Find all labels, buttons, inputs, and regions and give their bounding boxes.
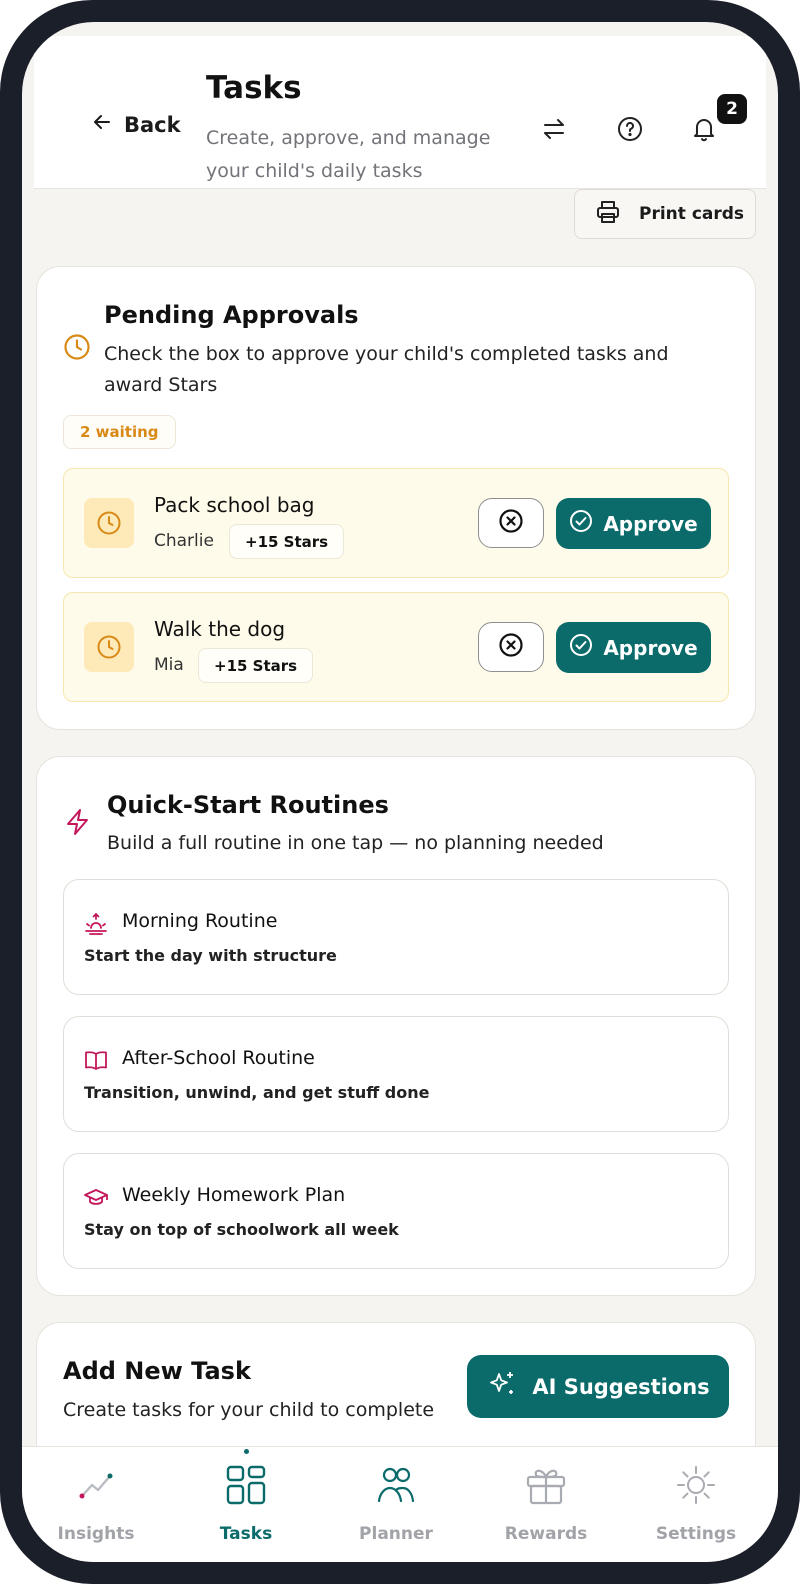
sunrise-icon xyxy=(82,910,110,938)
app-screen: Back Tasks Create, approve, and manage y… xyxy=(22,22,778,1562)
help-icon xyxy=(617,116,643,146)
check-circle-icon xyxy=(569,509,593,538)
sun-icon xyxy=(674,1463,718,1512)
grid-icon xyxy=(224,1463,268,1512)
check-circle-icon xyxy=(569,633,593,662)
notifications-button[interactable] xyxy=(689,116,719,146)
routine-item-after-school[interactable]: After-School Routine Transition, unwind,… xyxy=(63,1016,729,1132)
pending-approvals-subtitle: Check the box to approve your child's co… xyxy=(104,343,669,396)
pending-task-row: Pack school bag Charlie +15 Stars Approv… xyxy=(63,468,729,578)
reject-button[interactable] xyxy=(478,622,544,672)
sparkles-icon xyxy=(486,1368,518,1405)
quick-start-routines-card: Quick-Start Routines Build a full routin… xyxy=(36,756,756,1296)
clock-icon xyxy=(63,333,91,365)
approve-label: Approve xyxy=(603,635,698,660)
gift-icon xyxy=(524,1463,568,1512)
task-stars-badge: +15 Stars xyxy=(198,648,314,683)
notification-badge: 2 xyxy=(717,94,747,124)
nav-label: Insights xyxy=(57,1524,135,1544)
book-icon xyxy=(82,1047,110,1075)
page-header: Back Tasks Create, approve, and manage y… xyxy=(34,36,766,189)
close-circle-icon xyxy=(498,632,524,662)
routine-desc: Start the day with structure xyxy=(84,946,337,965)
graduation-cap-icon xyxy=(82,1184,110,1212)
page-title: Tasks xyxy=(206,70,302,106)
print-cards-label: Print cards xyxy=(639,204,745,224)
pending-task-row: Walk the dog Mia +15 Stars Approve xyxy=(63,592,729,702)
nav-label: Planner xyxy=(359,1524,433,1544)
people-icon xyxy=(374,1463,418,1512)
routine-desc: Stay on top of schoolwork all week xyxy=(84,1220,399,1239)
page-subtitle: Create, approve, and manage your child's… xyxy=(206,127,491,182)
bell-icon xyxy=(691,116,717,146)
nav-tab-rewards[interactable]: Rewards xyxy=(476,1463,616,1544)
nav-tab-planner[interactable]: Planner xyxy=(326,1463,466,1544)
reject-button[interactable] xyxy=(478,498,544,548)
lightning-icon xyxy=(63,807,93,841)
swap-icon xyxy=(541,116,567,146)
routine-desc: Transition, unwind, and get stuff done xyxy=(84,1083,430,1102)
routine-name: After-School Routine xyxy=(122,1047,315,1069)
ai-suggestions-label: AI Suggestions xyxy=(532,1374,710,1399)
add-task-title: Add New Task xyxy=(63,1357,251,1385)
nav-label: Tasks xyxy=(219,1524,273,1544)
bottom-nav: Insights Tasks Planner Rewards Settings xyxy=(22,1446,778,1562)
task-stars-badge: +15 Stars xyxy=(229,524,345,559)
nav-tab-insights[interactable]: Insights xyxy=(26,1463,166,1544)
routine-name: Morning Routine xyxy=(122,910,278,932)
task-name: Walk the dog xyxy=(154,617,286,641)
add-task-subtitle: Create tasks for your child to complete xyxy=(63,1399,435,1421)
approve-button[interactable]: Approve xyxy=(556,498,711,549)
printer-icon xyxy=(595,199,621,230)
print-cards-button[interactable]: Print cards xyxy=(574,189,756,239)
routines-subtitle: Build a full routine in one tap — no pla… xyxy=(107,832,604,854)
task-clock-icon xyxy=(84,498,134,548)
nav-label: Rewards xyxy=(504,1524,588,1544)
task-clock-icon xyxy=(84,622,134,672)
nav-tab-settings[interactable]: Settings xyxy=(626,1463,766,1544)
pending-approvals-title: Pending Approvals xyxy=(104,301,359,329)
back-button[interactable]: Back xyxy=(92,112,181,137)
routines-title: Quick-Start Routines xyxy=(107,791,389,819)
arrow-left-icon xyxy=(92,112,112,137)
close-circle-icon xyxy=(498,508,524,538)
trend-chart-icon xyxy=(74,1463,118,1512)
routine-name: Weekly Homework Plan xyxy=(122,1184,346,1206)
switch-child-button[interactable] xyxy=(539,116,569,146)
approve-label: Approve xyxy=(603,511,698,536)
waiting-count-badge: 2 waiting xyxy=(63,415,176,449)
device-frame: Back Tasks Create, approve, and manage y… xyxy=(0,0,800,1584)
nav-tab-tasks[interactable]: Tasks xyxy=(176,1463,316,1544)
help-button[interactable] xyxy=(615,116,645,146)
nav-label: Settings xyxy=(655,1524,737,1544)
approve-button[interactable]: Approve xyxy=(556,622,711,673)
task-name: Pack school bag xyxy=(154,493,315,517)
task-child-name: Mia xyxy=(154,655,184,675)
ai-suggestions-button[interactable]: AI Suggestions xyxy=(467,1355,729,1418)
task-child-name: Charlie xyxy=(154,531,214,551)
routine-item-morning[interactable]: Morning Routine Start the day with struc… xyxy=(63,879,729,995)
routine-item-homework[interactable]: Weekly Homework Plan Stay on top of scho… xyxy=(63,1153,729,1269)
pending-approvals-card: Pending Approvals Check the box to appro… xyxy=(36,266,756,730)
back-label: Back xyxy=(124,112,181,137)
active-tab-indicator xyxy=(244,1449,249,1454)
